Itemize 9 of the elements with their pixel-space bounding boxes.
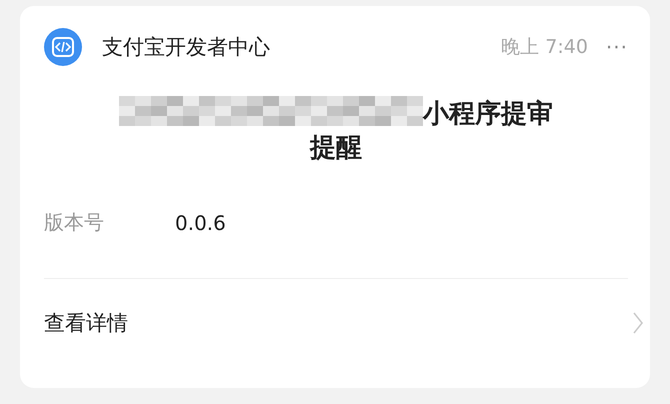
chevron-right-icon [632, 311, 644, 335]
app-title: 支付宝开发者中心 [102, 34, 271, 61]
message-time: 晚上 7:40 [501, 35, 588, 60]
field-value: 0.0.6 [175, 210, 226, 234]
details-link[interactable]: 查看详情 [44, 279, 644, 367]
more-button[interactable]: ··· [606, 35, 628, 59]
field-label: 版本号 [44, 209, 105, 236]
notice-title: 小程序提审提醒 [310, 99, 553, 163]
code-icon [44, 28, 82, 66]
